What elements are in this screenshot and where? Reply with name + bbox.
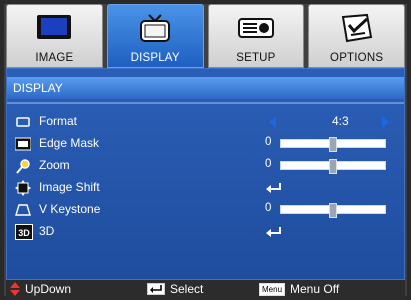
tab-setup-label: SETUP xyxy=(236,52,276,64)
zoom-slider-knob[interactable] xyxy=(329,159,337,174)
updown-hint: UpDown xyxy=(10,282,71,296)
zoom-icon xyxy=(16,159,30,174)
edge-mask-slider[interactable] xyxy=(280,137,386,152)
select-label: Select xyxy=(170,282,204,296)
enter-icon[interactable] xyxy=(265,182,283,194)
tab-display-label: DISPLAY xyxy=(130,52,180,64)
menu-row-zoom[interactable]: Zoom 0 xyxy=(7,155,404,177)
format-label: Format xyxy=(39,114,78,128)
title-divider xyxy=(7,102,404,104)
panel-title: DISPLAY xyxy=(7,77,404,99)
monitor-icon xyxy=(37,15,72,39)
menu-row-v-keystone[interactable]: V Keystone 0 xyxy=(7,199,404,221)
v-keystone-label: V Keystone xyxy=(39,202,101,216)
menu-row-image-shift[interactable]: Image Shift xyxy=(7,177,404,199)
footer-hints: UpDown Select Menu Menu Off xyxy=(6,280,405,300)
v-keystone-slider[interactable] xyxy=(280,203,386,218)
tv-icon xyxy=(140,14,171,42)
menu-off-label: Menu Off xyxy=(290,282,340,296)
edge-mask-icon xyxy=(15,137,31,151)
format-prev-arrow[interactable] xyxy=(269,116,276,128)
select-hint: Select xyxy=(147,282,203,296)
zoom-label: Zoom xyxy=(39,158,70,172)
enter-icon[interactable] xyxy=(265,226,283,238)
zoom-slider[interactable] xyxy=(280,159,386,174)
keystone-icon xyxy=(15,204,31,216)
menu-row-3d[interactable]: 3D 3D xyxy=(7,221,404,243)
enter-key-icon xyxy=(147,283,165,295)
image-shift-icon xyxy=(15,180,31,196)
v-keystone-value: 0 xyxy=(265,202,272,214)
menu-row-format[interactable]: Format 4:3 xyxy=(7,111,404,133)
menu-row-edge-mask[interactable]: Edge Mask 0 xyxy=(7,133,404,155)
3d-icon: 3D xyxy=(15,224,33,240)
edge-mask-slider-knob[interactable] xyxy=(329,137,337,152)
edge-mask-value: 0 xyxy=(265,136,272,148)
3d-label: 3D xyxy=(39,224,55,238)
tab-options[interactable]: OPTIONS xyxy=(308,4,405,68)
edge-mask-label: Edge Mask xyxy=(39,136,100,150)
checklist-icon xyxy=(341,13,372,43)
updown-arrows-icon xyxy=(10,282,20,296)
zoom-value: 0 xyxy=(265,158,272,170)
tab-image-label: IMAGE xyxy=(35,52,74,64)
format-next-arrow[interactable] xyxy=(382,116,389,128)
menu-off-hint: Menu Menu Off xyxy=(259,282,339,296)
tab-display[interactable]: DISPLAY xyxy=(106,4,204,68)
tab-setup[interactable]: SETUP xyxy=(207,4,305,68)
tab-options-label: OPTIONS xyxy=(330,52,384,64)
tab-image[interactable]: IMAGE xyxy=(6,4,103,68)
projector-icon xyxy=(237,18,274,38)
image-shift-label: Image Shift xyxy=(39,180,100,194)
display-panel: DISPLAY Format 4:3 Edge Mask 0 Zoom 0 Im… xyxy=(6,68,405,280)
menu-tabs: IMAGE DISPLAY SETUP OPTIONS xyxy=(6,4,405,68)
updown-label: UpDown xyxy=(25,282,72,296)
v-keystone-slider-knob[interactable] xyxy=(329,203,337,218)
format-value: 4:3 xyxy=(332,114,349,128)
menu-key-icon: Menu xyxy=(259,282,286,296)
format-icon xyxy=(16,117,30,127)
